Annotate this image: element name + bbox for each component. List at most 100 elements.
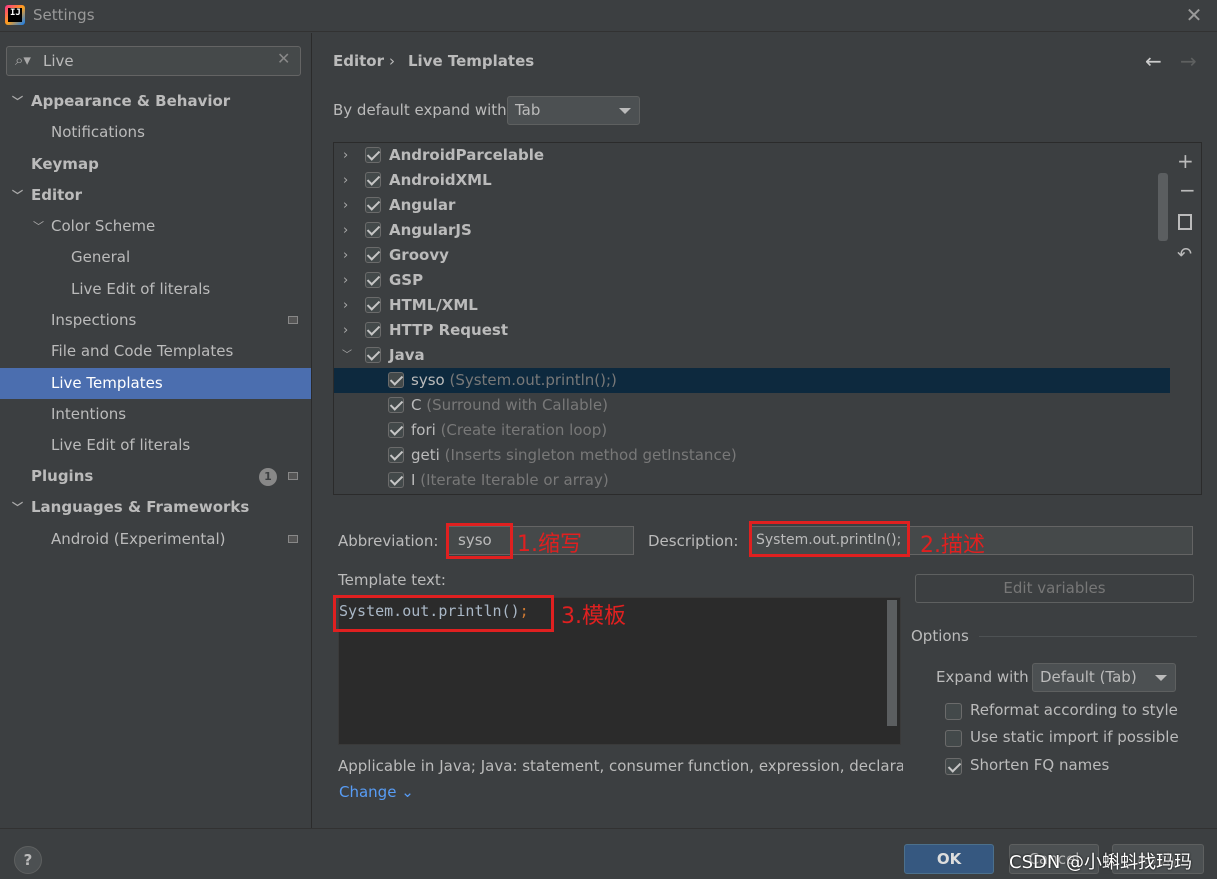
applicable-contexts: Applicable in Java; Java: statement, con… (338, 757, 903, 775)
description-label: Description: (648, 532, 739, 550)
template-group-row[interactable]: › AngularJS (334, 218, 1170, 243)
template-checkbox[interactable] (388, 447, 404, 463)
sidebar-item-general[interactable]: General (0, 242, 311, 273)
add-icon[interactable]: + (1177, 149, 1194, 173)
template-text-label: Template text: (338, 571, 446, 589)
templates-tree[interactable]: › AndroidParcelable › AndroidXML › Angular … (333, 142, 1202, 495)
chevron-down-icon[interactable]: ﹀ (342, 343, 352, 368)
default-expand-value: Tab (515, 101, 541, 119)
group-checkbox[interactable] (365, 322, 381, 338)
group-checkbox[interactable] (365, 197, 381, 213)
template-desc: (System.out.println();) (449, 371, 617, 389)
template-group-row[interactable]: ﹀ Java (334, 343, 1170, 368)
group-label: Angular (389, 196, 456, 214)
reformat-label: Reformat according to style (970, 701, 1178, 719)
expand-with-select[interactable]: Default (Tab) (1032, 663, 1176, 692)
sidebar-item-notifications[interactable]: Notifications (0, 117, 311, 148)
annotation-box-description (749, 521, 910, 557)
template-item-row[interactable]: geti (Inserts singleton method getInstan… (334, 443, 1170, 468)
sidebar-item-live-templates[interactable]: Live Templates (0, 368, 311, 399)
sidebar-item-live-edit-literals[interactable]: Live Edit of literals (0, 430, 311, 461)
template-group-row[interactable]: › HTML/XML (334, 293, 1170, 318)
app-icon-text: IJ (10, 8, 21, 18)
breadcrumb-editor[interactable]: Editor (333, 52, 384, 70)
chevron-right-icon[interactable]: › (343, 318, 348, 343)
options-divider (979, 636, 1197, 637)
template-group-row[interactable]: › Groovy (334, 243, 1170, 268)
revert-icon[interactable]: ↶ (1177, 244, 1192, 265)
reformat-checkbox[interactable] (945, 703, 962, 720)
group-label: AngularJS (389, 221, 472, 239)
template-group-row[interactable]: › HTTP Request (334, 318, 1170, 343)
template-item-row[interactable]: I (Iterate Iterable or array) (334, 468, 1170, 493)
close-icon[interactable]: ✕ (1182, 3, 1206, 27)
chevron-right-icon[interactable]: › (343, 268, 348, 293)
template-abbr: I (411, 471, 416, 489)
search-input[interactable] (43, 50, 263, 72)
clear-search-icon[interactable]: ✕ (277, 49, 290, 68)
sidebar-item-intentions[interactable]: Intentions (0, 399, 311, 430)
forward-arrow-icon[interactable]: → (1180, 49, 1197, 73)
template-abbr: syso (411, 371, 445, 389)
group-checkbox[interactable] (365, 297, 381, 313)
expand-with-label: Expand with (936, 668, 1029, 686)
sidebar-item-editor[interactable]: ﹀ Editor (0, 180, 311, 211)
sidebar-item-plugins[interactable]: Plugins 1 (0, 461, 311, 492)
edit-variables-button[interactable]: Edit variables (915, 574, 1194, 603)
dropdown-caret-icon (1155, 675, 1167, 681)
template-group-row[interactable]: › GSP (334, 268, 1170, 293)
copy-icon[interactable] (1178, 214, 1192, 230)
template-item-row[interactable]: C (Surround with Callable) (334, 393, 1170, 418)
group-checkbox[interactable] (365, 347, 381, 363)
template-checkbox[interactable] (388, 397, 404, 413)
group-checkbox[interactable] (365, 172, 381, 188)
sidebar-item-appearance-behavior[interactable]: ﹀ Appearance & Behavior (0, 86, 311, 117)
group-checkbox[interactable] (365, 247, 381, 263)
chevron-right-icon[interactable]: › (343, 193, 348, 218)
sidebar-item-keymap[interactable]: Keymap (0, 149, 311, 180)
template-desc: (Iterate Iterable or array) (420, 471, 609, 489)
group-checkbox[interactable] (365, 147, 381, 163)
change-context-link[interactable]: Change ⌄ (339, 783, 414, 801)
chevron-right-icon[interactable]: › (343, 218, 348, 243)
shorten-fq-checkbox[interactable] (945, 758, 962, 775)
remove-icon[interactable]: − (1179, 178, 1196, 202)
ok-button[interactable]: OK (904, 844, 994, 874)
sidebar-item-label: Notifications (51, 123, 145, 141)
template-group-row[interactable]: › Angular (334, 193, 1170, 218)
sidebar-item-inspections[interactable]: Inspections (0, 305, 311, 336)
chevron-right-icon[interactable]: › (343, 143, 348, 168)
help-button[interactable]: ? (14, 846, 42, 874)
group-checkbox[interactable] (365, 222, 381, 238)
group-label: AndroidXML (389, 171, 492, 189)
sidebar-item-label: Languages & Frameworks (31, 498, 250, 516)
annotation-text-template: 3.模板 (561, 604, 626, 629)
template-item-row[interactable]: syso (System.out.println();) (334, 368, 1170, 393)
sidebar-item-file-code-templates[interactable]: File and Code Templates (0, 336, 311, 367)
back-arrow-icon[interactable]: ← (1145, 49, 1162, 73)
annotation-text-abbreviation: 1.缩写 (517, 532, 582, 557)
template-checkbox[interactable] (388, 422, 404, 438)
sidebar-item-android-experimental[interactable]: Android (Experimental) (0, 524, 311, 555)
group-label: AndroidParcelable (389, 146, 545, 164)
chevron-right-icon[interactable]: › (343, 243, 348, 268)
template-item-row[interactable]: fori (Create iteration loop) (334, 418, 1170, 443)
chevron-right-icon[interactable]: › (343, 293, 348, 318)
project-settings-icon (288, 535, 298, 543)
chevron-right-icon[interactable]: › (343, 168, 348, 193)
template-group-row[interactable]: › AndroidParcelable (334, 143, 1170, 168)
group-checkbox[interactable] (365, 272, 381, 288)
settings-search[interactable]: ⌕▾ ✕ (6, 46, 301, 76)
list-scrollbar[interactable] (1158, 173, 1168, 241)
sidebar-item-languages-frameworks[interactable]: ﹀ Languages & Frameworks (0, 492, 311, 523)
static-import-checkbox[interactable] (945, 730, 962, 747)
sidebar-item-color-scheme[interactable]: ﹀ Color Scheme (0, 211, 311, 242)
sidebar-item-live-edit-literals-color[interactable]: Live Edit of literals (0, 274, 311, 305)
template-checkbox[interactable] (388, 372, 404, 388)
default-expand-select[interactable]: Tab (507, 96, 640, 125)
shorten-fq-label: Shorten FQ names (970, 756, 1110, 774)
template-checkbox[interactable] (388, 472, 404, 488)
template-group-row[interactable]: › AndroidXML (334, 168, 1170, 193)
editor-scrollbar[interactable] (887, 600, 897, 726)
chevron-down-icon: ﹀ (33, 220, 44, 233)
